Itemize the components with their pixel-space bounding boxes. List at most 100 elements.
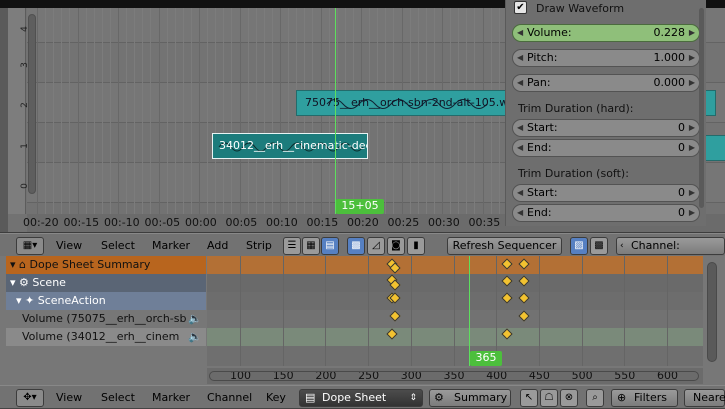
refresh-sequencer-button[interactable]: Refresh Sequencer [447,237,562,255]
channel-label: Scene [32,276,66,289]
menu-select[interactable]: Select [101,239,135,252]
channel-list: ▾ ⌂ Dope Sheet Summary ▾ ⚙ Scene ▾ ✦ Sce… [6,256,206,386]
overlay-icon[interactable]: ▨ [570,237,588,255]
end-value: 0 [678,206,685,219]
playhead[interactable] [469,256,470,366]
dope-sheet-editor[interactable]: ▾ ⌂ Dope Sheet Summary ▾ ⚙ Scene ▾ ✦ Sce… [0,256,725,386]
dope-timeline[interactable]: 100 150 200 250 300 350 400 450 500 550 600 [207,368,703,384]
vertical-scrollbar[interactable] [28,14,36,194]
channel-dope-summary[interactable]: ▾ ⌂ Dope Sheet Summary [6,256,206,274]
decrement-icon[interactable]: ◀ [517,185,523,201]
timeline-tick: 00:00 [185,216,217,229]
waveform-view-icon[interactable]: ◿ [367,237,385,255]
pitch-label: Pitch: [527,51,558,64]
menu-key[interactable]: Key [266,391,286,404]
timeline-tick: 00:25 [387,216,420,229]
summary-toggle[interactable]: ⚙ Summary [429,389,511,407]
channel-volume-75075[interactable]: Volume (75075__erh__orch-sb 🔈 [6,310,206,328]
menu-strip[interactable]: Strip [246,239,272,252]
backdrop-icon[interactable]: ◙ [387,237,405,255]
volume-field[interactable]: ◀ Volume: 0.228 ▶ [512,24,700,42]
increment-icon[interactable]: ▶ [689,120,695,136]
volume-label: Volume: [527,26,572,39]
menu-marker[interactable]: Marker [152,391,190,404]
trim-hard-start-field[interactable]: ◀ Start: 0 ▶ [512,119,700,137]
channel-view-icon[interactable]: ▩ [590,237,608,255]
end-label: End: [527,141,552,154]
decrement-icon[interactable]: ◀ [517,75,523,91]
timeline-tick: 00:10 [266,216,298,229]
pointer-icon[interactable]: ↖ [520,389,538,407]
editor-type-menu[interactable]: ▦▾ [16,237,44,255]
channel-ruler: 4 3 2 1 0 [8,8,30,214]
filters-label: Filters [634,391,667,404]
draw-waveform-checkbox[interactable]: ✔ [514,1,527,14]
menu-view[interactable]: View [56,391,82,404]
decrement-icon[interactable]: ◀ [517,25,523,41]
editor-type-menu[interactable]: ✥▾ [16,389,44,407]
filters-button[interactable]: ⊕ Filters [611,389,678,407]
start-value: 0 [678,186,685,199]
pan-field[interactable]: ◀ Pan: 0.000 ▶ [512,74,700,92]
timeline-tick: 00:30 [428,216,460,229]
menu-add[interactable]: Add [207,239,228,252]
menu-marker[interactable]: Marker [152,239,190,252]
display-mode-icon[interactable]: ▦ [302,237,320,255]
trim-soft-end-field[interactable]: ◀ End: 0 ▶ [512,204,700,222]
collapse-icon[interactable]: ▾ [10,258,16,271]
vertical-scrollbar[interactable] [707,262,717,362]
ghost-icon[interactable]: ☖ [540,389,558,407]
speaker-lock-icon[interactable]: 🔈 [188,310,202,327]
pitch-field[interactable]: ◀ Pitch: 1.000 ▶ [512,49,700,67]
action-icon: ✦ [25,294,35,307]
search-icon[interactable]: ⌕ [586,389,604,407]
dope-sheet-icon: ▤ [305,391,316,404]
menu-view[interactable]: View [56,239,82,252]
strip-label: 34012__erh__cinematic-dee [219,139,368,152]
increment-icon[interactable]: ▶ [689,50,695,66]
collapse-icon[interactable]: ▾ [10,276,16,289]
menu-channel[interactable]: Channel [207,391,252,404]
start-value: 0 [678,121,685,134]
collapse-icon[interactable]: ▾ [16,294,22,307]
error-filter-icon[interactable]: ⊗ [560,389,578,407]
histogram-icon[interactable]: ▮ [407,237,425,255]
channel-label: Volume (34012__erh__cinem [22,330,180,343]
playhead[interactable] [335,8,336,214]
trim-hard-end-field[interactable]: ◀ End: 0 ▶ [512,139,700,157]
channel-label: Channel: [631,239,680,252]
decrement-icon[interactable]: ◀ [517,140,523,156]
sequencer-mode-icon[interactable]: ▤ [321,237,339,255]
channel-selector[interactable]: ‹ Channel: [616,237,725,255]
decrement-icon[interactable]: ◀ [517,120,523,136]
decrement-icon[interactable]: ◀ [517,50,523,66]
trim-hard-title: Trim Duration (hard): [518,102,634,115]
timeline-tick: 00:05 [225,216,258,229]
current-frame-badge: 15+05 [336,199,384,214]
view-type-icon[interactable]: ☰ [283,237,301,255]
keyframe-grid[interactable] [207,256,703,366]
increment-icon[interactable]: ▶ [689,205,695,221]
channel-scene-action[interactable]: ▾ ✦ SceneAction [6,292,206,310]
mode-select[interactable]: ▤ Dope Sheet ⇕ [299,389,423,407]
increment-icon[interactable]: ▶ [689,185,695,201]
summary-label: Summary [454,391,508,404]
speaker-lock-icon[interactable]: 🔈 [188,328,202,345]
filter-icon: ⊕ [617,391,627,404]
increment-icon[interactable]: ▶ [689,25,695,41]
left-edge [0,8,8,232]
snap-mode-select[interactable]: Neare [684,389,725,407]
checker-icon[interactable]: ▩ [347,237,365,255]
menu-select[interactable]: Select [101,391,135,404]
panel-scrollbar[interactable] [699,8,704,208]
decrement-icon[interactable]: ◀ [517,205,523,221]
channel-scene[interactable]: ▾ ⚙ Scene [6,274,206,292]
end-value: 0 [678,141,685,154]
channel-volume-34012[interactable]: Volume (34012__erh__cinem 🔈 [6,328,206,346]
sound-properties-panel[interactable]: ✔ Draw Waveform ◀ Volume: 0.228 ▶ ◀ Pitc… [505,0,706,226]
sound-strip-34012[interactable]: 34012__erh__cinematic-dee [212,133,368,159]
increment-icon[interactable]: ▶ [689,75,695,91]
increment-icon[interactable]: ▶ [689,140,695,156]
trim-soft-start-field[interactable]: ◀ Start: 0 ▶ [512,184,700,202]
horizontal-scrollbar[interactable] [209,371,699,381]
